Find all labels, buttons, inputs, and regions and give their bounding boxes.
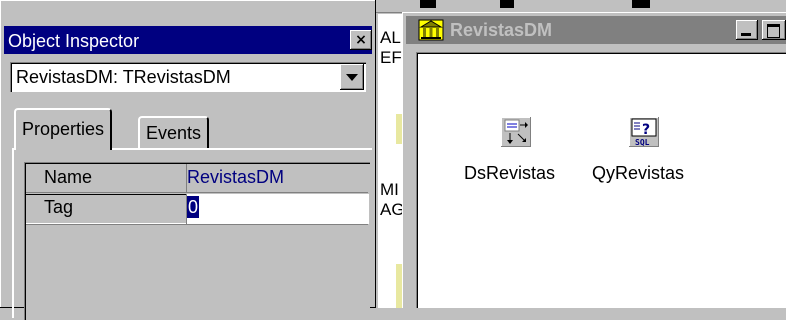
object-selector-combo[interactable]: RevistasDM: TRevistasDM bbox=[10, 62, 366, 92]
background-text-fragment: AG bbox=[380, 200, 402, 219]
top-strip-mark bbox=[420, 0, 436, 8]
close-button[interactable]: × bbox=[350, 30, 372, 50]
maximize-icon bbox=[767, 24, 780, 38]
top-strip-mark bbox=[500, 0, 514, 8]
property-grid: Name RevistasDM Tag 0 bbox=[24, 162, 370, 320]
maximize-button[interactable] bbox=[762, 20, 786, 40]
data-module-title: RevistasDM bbox=[450, 20, 553, 40]
component-label: QyRevistas bbox=[592, 163, 685, 183]
background-window-fragment: AL EF MI AG bbox=[378, 14, 402, 308]
property-tag-editor[interactable]: 0 bbox=[186, 194, 369, 224]
object-inspector-title-bar[interactable]: Object Inspector × bbox=[4, 26, 372, 54]
component-dsrevistas[interactable]: DsRevistas bbox=[464, 116, 594, 186]
object-selector-dropdown-button[interactable] bbox=[340, 64, 364, 90]
object-inspector-title: Object Inspector bbox=[8, 31, 140, 51]
background-text-fragment: MI bbox=[380, 180, 399, 199]
component-qyrevistas[interactable]: ? SQL QyRevistas bbox=[592, 116, 702, 186]
sql-query-mark: ? bbox=[642, 122, 650, 138]
data-module-title-bar[interactable]: RevistasDM bbox=[406, 16, 786, 44]
object-inspector-window: Object Inspector × RevistasDM: TRevistas… bbox=[0, 0, 376, 320]
property-name-value-cell[interactable]: RevistasDM bbox=[186, 164, 369, 192]
tab-events-label: Events bbox=[146, 123, 202, 143]
property-tag-label: Tag bbox=[44, 197, 74, 217]
property-name-label: Name bbox=[44, 167, 93, 187]
background-text-fragment: EF bbox=[380, 48, 402, 67]
datasource-icon bbox=[501, 117, 531, 147]
tab-properties[interactable]: Properties bbox=[14, 108, 113, 150]
tab-properties-label: Properties bbox=[22, 119, 105, 139]
data-module-window: RevistasDM DsRevistas ? SQL QyRevistas bbox=[402, 12, 786, 308]
background-text-fragment: AL bbox=[380, 28, 401, 47]
close-icon: × bbox=[355, 32, 367, 48]
sql-icon-text: SQL bbox=[635, 138, 650, 147]
data-module-canvas[interactable]: DsRevistas ? SQL QyRevistas bbox=[416, 52, 786, 308]
component-label: DsRevistas bbox=[464, 163, 556, 183]
property-row-name[interactable]: Name RevistasDM bbox=[26, 164, 368, 193]
tab-events[interactable]: Events bbox=[138, 116, 210, 148]
property-tag-value[interactable]: 0 bbox=[187, 196, 200, 218]
object-selector-value: RevistasDM: TRevistasDM bbox=[16, 67, 231, 87]
property-name-value: RevistasDM bbox=[187, 167, 285, 187]
property-row-tag[interactable]: Tag 0 bbox=[26, 194, 369, 225]
top-strip-mark bbox=[632, 0, 650, 8]
sql-query-icon: ? SQL bbox=[629, 117, 659, 147]
data-module-icon bbox=[418, 19, 444, 41]
minimize-icon bbox=[741, 33, 751, 36]
minimize-button[interactable] bbox=[736, 20, 758, 40]
chevron-down-icon bbox=[346, 74, 358, 81]
